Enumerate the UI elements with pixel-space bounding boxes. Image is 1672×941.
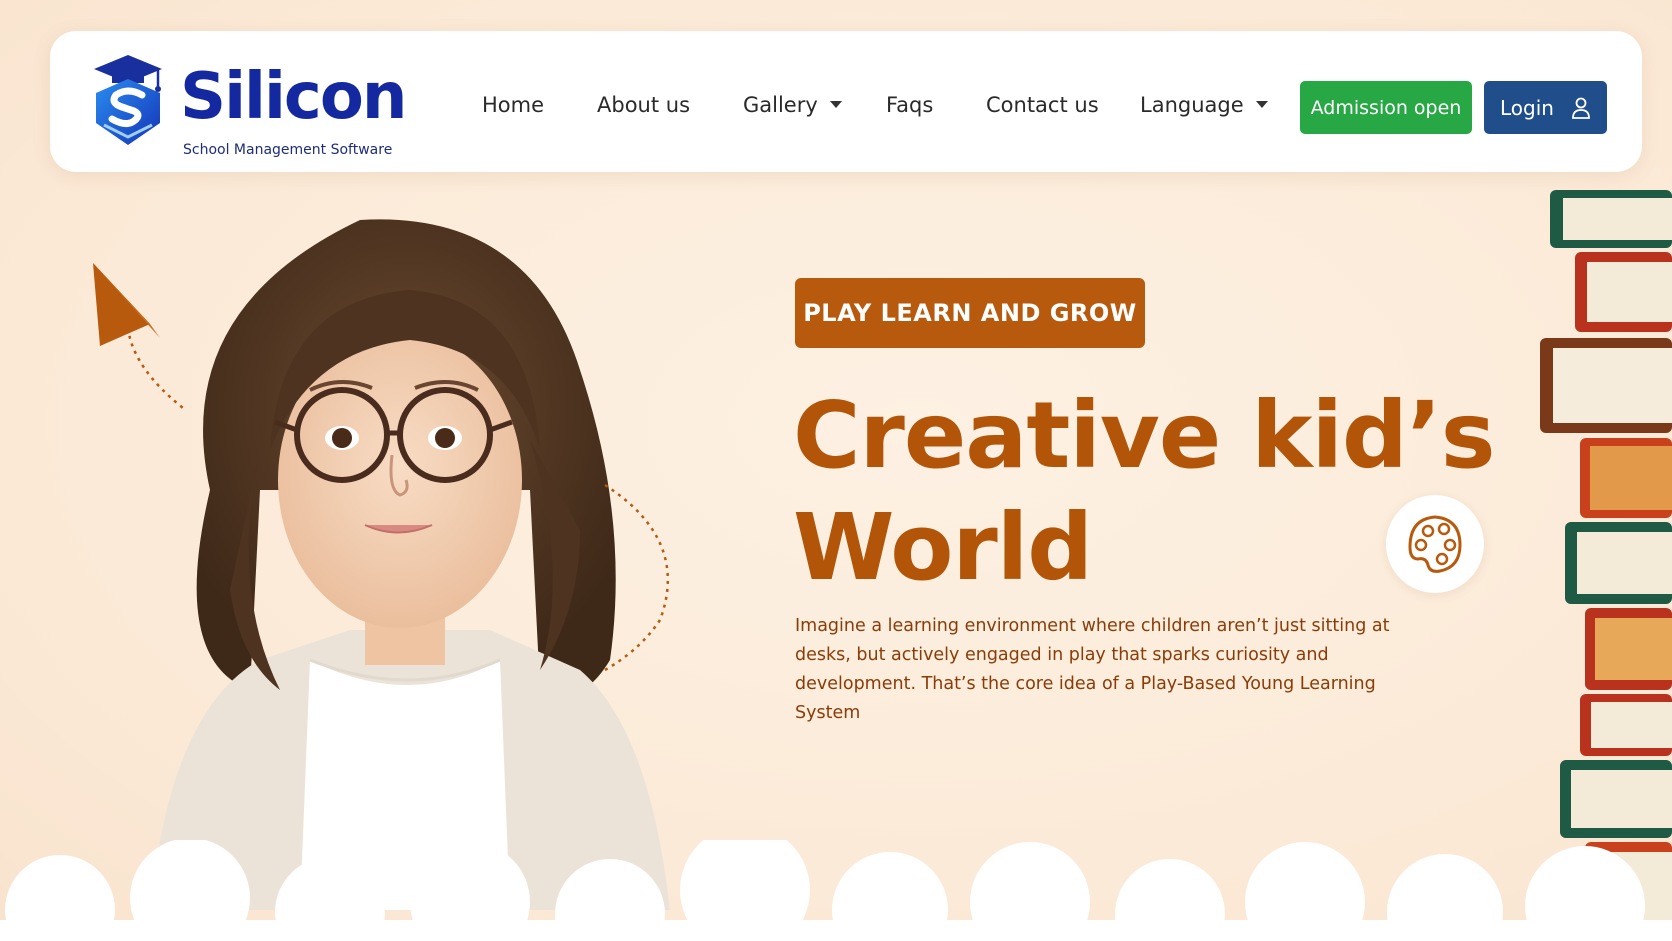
palette-badge <box>1386 495 1484 593</box>
badge-label: PLAY LEARN AND GROW <box>803 299 1137 327</box>
play-learn-grow-badge: PLAY LEARN AND GROW <box>795 278 1145 348</box>
admission-open-label: Admission open <box>1310 96 1462 119</box>
top-navbar: Silicon School Management Software Home … <box>50 31 1642 172</box>
nav-faqs-label: Faqs <box>886 93 934 117</box>
nav-language-dropdown[interactable]: Language <box>1140 89 1268 121</box>
admission-open-button[interactable]: Admission open <box>1300 81 1472 134</box>
nav-contact-us-label: Contact us <box>986 93 1099 117</box>
nav-faqs[interactable]: Faqs <box>886 89 933 121</box>
paint-palette-icon <box>1408 515 1462 573</box>
hero-headline: Creative kid’s World <box>793 380 1496 604</box>
nav-gallery-dropdown[interactable]: Gallery <box>743 89 842 121</box>
nav-home-label: Home <box>482 93 545 117</box>
user-icon <box>1572 97 1590 119</box>
nav-language-label: Language <box>1140 93 1244 117</box>
graduation-cap-shield-logo-icon <box>94 55 162 145</box>
cloud-border-decoration <box>0 840 1672 941</box>
nav-about-us-label: About us <box>597 93 691 117</box>
brand-logo[interactable]: Silicon School Management Software <box>88 53 428 158</box>
brand-subtitle: School Management Software <box>183 142 393 158</box>
book-stack-image <box>1540 190 1672 930</box>
nav-about-us[interactable]: About us <box>597 89 690 121</box>
hero-description: Imagine a learning environment where chi… <box>795 616 1390 723</box>
nav-contact-us[interactable]: Contact us <box>986 89 1099 121</box>
chevron-down-icon <box>1255 100 1268 108</box>
dotted-curve-decoration <box>604 483 670 672</box>
brand-title: Silicon <box>180 60 407 134</box>
chevron-down-icon <box>829 100 842 108</box>
login-label: Login <box>1500 95 1554 120</box>
nav-gallery-label: Gallery <box>743 93 818 117</box>
headline-line-1: Creative kid’s <box>793 382 1496 489</box>
login-button[interactable]: Login <box>1484 81 1607 134</box>
headline-line-2: World <box>793 494 1093 601</box>
nav-home[interactable]: Home <box>482 89 544 121</box>
